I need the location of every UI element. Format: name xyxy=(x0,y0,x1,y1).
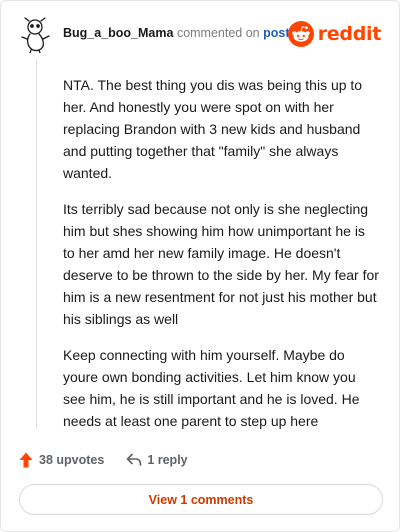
comment-footer: 38 upvotes 1 reply xyxy=(19,450,188,470)
upvote-count: 38 upvotes xyxy=(39,453,105,467)
reddit-logo: reddit xyxy=(287,21,382,47)
comment-paragraph: NTA. The best thing you dis was being th… xyxy=(63,77,363,181)
thread-line[interactable] xyxy=(36,59,37,429)
upvote-arrow-icon[interactable] xyxy=(19,452,33,468)
author-line: Bug_a_boo_Mama commented on post xyxy=(63,26,290,40)
comment-paragraph: Keep connecting with him yourself. Maybe… xyxy=(63,347,360,429)
reply-count: 1 reply xyxy=(147,453,188,467)
comment-paragraph: Its terribly sad because not only is she… xyxy=(63,201,379,327)
comment-body: NTA. The best thing you dis was being th… xyxy=(63,74,379,446)
author-name[interactable]: Bug_a_boo_Mama xyxy=(63,26,173,40)
comment-header: Bug_a_boo_Mama commented on post reddit xyxy=(15,17,385,57)
reddit-wordmark: reddit xyxy=(317,23,382,45)
post-link[interactable]: post xyxy=(263,26,289,40)
reply-button[interactable]: 1 reply xyxy=(126,453,188,467)
reddit-snoo-icon xyxy=(287,21,314,47)
reply-arrow-icon xyxy=(127,453,142,466)
avatar-doodle-icon[interactable] xyxy=(21,17,53,53)
comment-card: Bug_a_boo_Mama commented on post reddit … xyxy=(0,0,400,532)
view-comments-button[interactable]: View 1 comments xyxy=(19,484,383,515)
commented-on-text: commented on xyxy=(176,26,260,40)
